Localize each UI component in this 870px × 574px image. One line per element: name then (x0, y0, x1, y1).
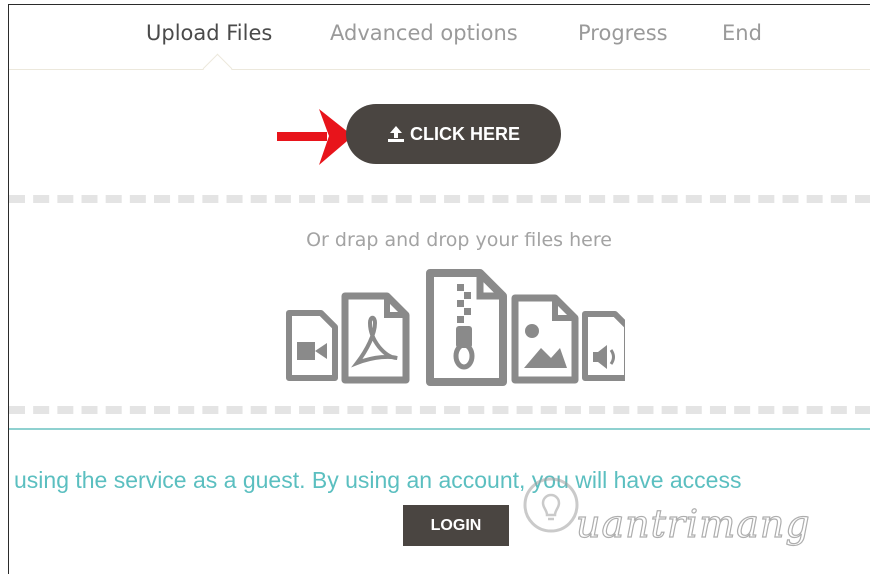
wizard-tabs: Upload Files Advanced options Progress E… (9, 5, 870, 70)
guest-notice: ly using the service as a guest. By usin… (8, 467, 742, 493)
watermark-text: uantrimang (575, 501, 811, 546)
tab-advanced-options[interactable]: Advanced options (330, 21, 518, 45)
audio-file-icon (582, 311, 625, 381)
zip-file-icon (426, 269, 507, 386)
image-file-icon (511, 294, 579, 384)
dropzone-instruction: Or drap and drop your files here (306, 229, 612, 251)
tab-progress[interactable]: Progress (578, 21, 668, 45)
dropzone-bottom-border (9, 406, 870, 414)
file-types-illustration (286, 269, 625, 386)
section-divider (9, 428, 870, 430)
tab-end[interactable]: End (722, 21, 762, 45)
login-button[interactable]: LOGIN (403, 505, 509, 546)
dropzone-top-border (9, 195, 870, 203)
video-file-icon (286, 310, 338, 381)
click-here-upload-button[interactable]: CLICK HERE (346, 104, 561, 164)
upload-icon (387, 126, 404, 142)
pdf-file-icon (341, 292, 410, 384)
lightbulb-watermark-icon (523, 477, 579, 533)
tab-upload-files[interactable]: Upload Files (146, 21, 272, 45)
upload-panel: Upload Files Advanced options Progress E… (8, 4, 870, 574)
annotation-arrow-icon (277, 109, 353, 165)
click-here-label: CLICK HERE (409, 123, 520, 144)
